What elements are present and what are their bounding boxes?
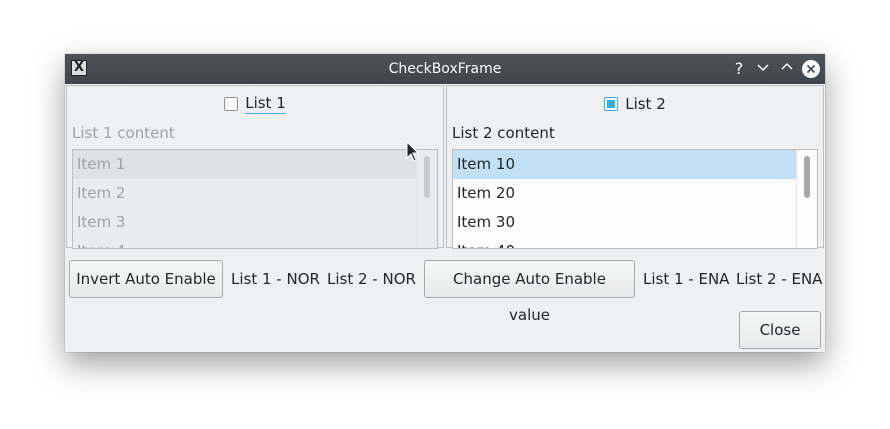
list-item[interactable]: Item 3 [73, 208, 416, 237]
list-item[interactable]: Item 20 [453, 179, 796, 208]
list2-checkbox-row[interactable]: List 2 [447, 93, 823, 115]
list-item[interactable]: Item 10 [453, 150, 796, 179]
list1-checkbox[interactable] [224, 97, 239, 111]
list2-listbox[interactable]: Item 10 Item 20 Item 30 Item 40 [452, 149, 818, 249]
close-icon[interactable] [802, 60, 820, 78]
list1-scrollbar[interactable] [416, 150, 437, 248]
list2-checkbox[interactable] [604, 97, 619, 111]
list-item[interactable]: Item 2 [73, 179, 416, 208]
list1-content-label: List 1 content [72, 124, 175, 142]
list2-status-label: List 2 - NOR [327, 270, 416, 288]
list-item[interactable]: Item 4 [73, 237, 416, 248]
change-auto-enable-button[interactable]: Change Auto Enable value [424, 260, 635, 324]
list1-checkbox-row[interactable]: List 1 [67, 93, 443, 115]
list1-checkbox-label[interactable]: List 1 [245, 94, 286, 114]
list-item[interactable]: Item 40 [453, 237, 796, 248]
dialog-window: X CheckBoxFrame ? List 1 List 1 content … [65, 54, 825, 352]
list2-frame: List 2 List 2 content Item 10 Item 20 It… [446, 85, 824, 249]
list2-content-label: List 2 content [452, 124, 555, 142]
title-bar[interactable]: X CheckBoxFrame ? [65, 54, 825, 84]
list1-enable-status-label: List 1 - ENA [643, 270, 730, 288]
list2-enable-status-label: List 2 - ENA [736, 270, 823, 288]
list-item[interactable]: Item 1 [73, 150, 416, 179]
close-button[interactable]: Close [739, 311, 821, 349]
mouse-cursor-icon [406, 141, 420, 162]
list2-checkbox-label[interactable]: List 2 [625, 95, 666, 113]
window-title: CheckBoxFrame [388, 61, 502, 77]
chevron-down-icon[interactable] [753, 59, 773, 79]
list2-scrollbar[interactable] [796, 150, 817, 248]
list1-listbox[interactable]: Item 1 Item 2 Item 3 Item 4 [72, 149, 438, 249]
list2-scroll-thumb[interactable] [804, 156, 810, 198]
list1-frame: List 1 List 1 content Item 1 Item 2 Item… [66, 85, 444, 249]
invert-auto-enable-button[interactable]: Invert Auto Enable [69, 260, 223, 298]
chevron-up-icon[interactable] [777, 59, 797, 79]
list1-scroll-thumb[interactable] [424, 156, 430, 198]
list1-status-label: List 1 - NOR [231, 270, 320, 288]
list-item[interactable]: Item 30 [453, 208, 796, 237]
help-icon[interactable]: ? [729, 59, 749, 79]
